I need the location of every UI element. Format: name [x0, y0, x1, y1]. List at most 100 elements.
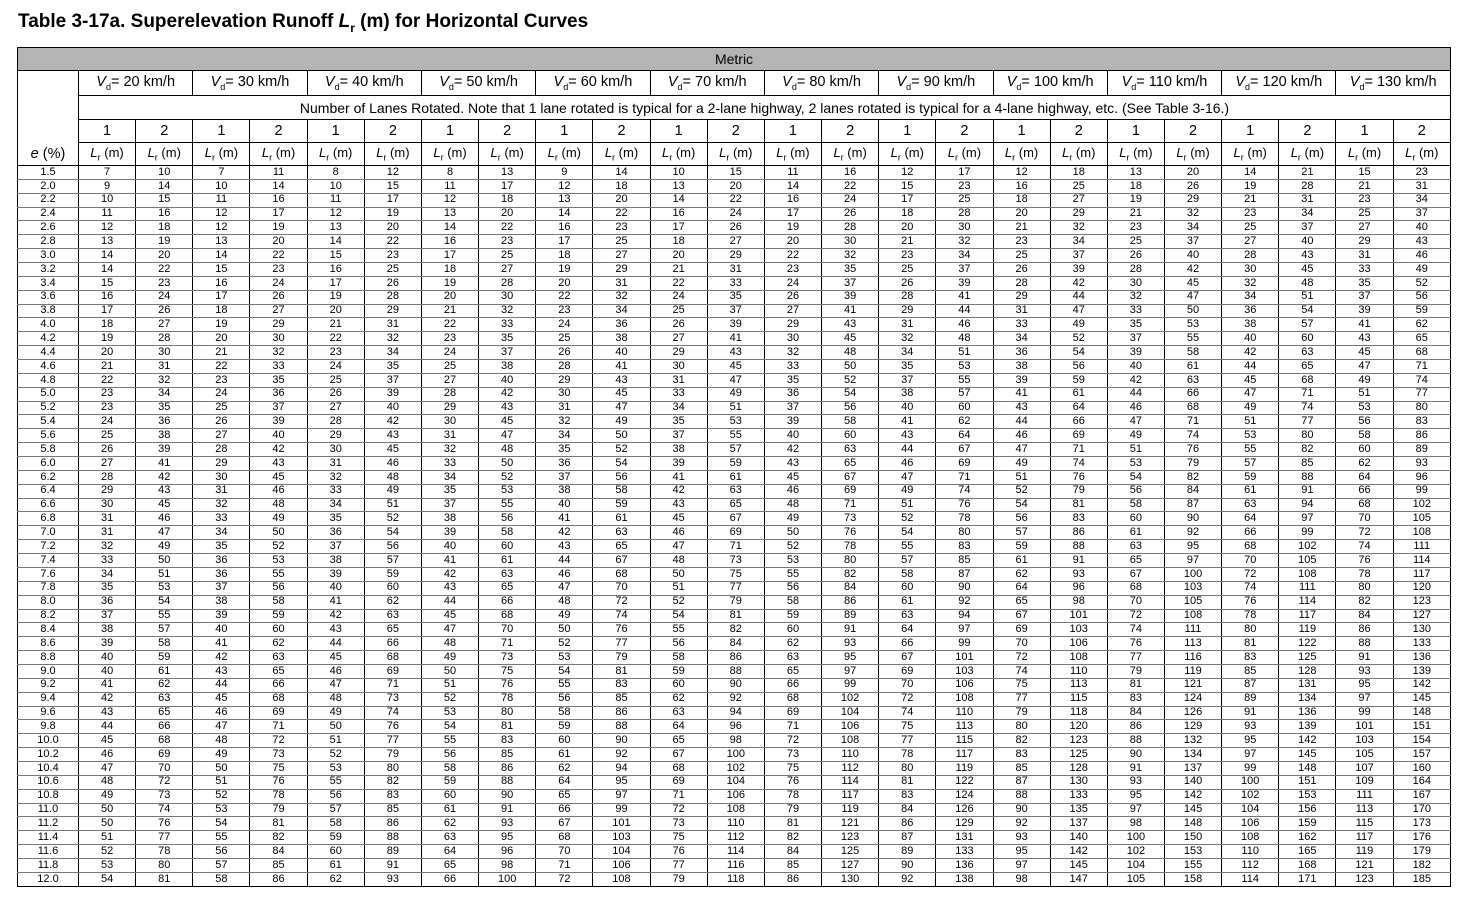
runoff-cell: 71	[1392, 359, 1452, 374]
runoff-cell: 77	[1392, 387, 1452, 402]
runoff-cell: 74	[992, 664, 1051, 679]
unit-header: Lr (m)	[763, 142, 823, 166]
runoff-cell: 142	[1392, 678, 1452, 693]
runoff-cell: 23	[878, 248, 937, 264]
runoff-cell: 50	[535, 622, 594, 638]
runoff-cell: 26	[649, 317, 708, 333]
runoff-cell: 20	[249, 234, 308, 250]
runoff-cell: 66	[478, 595, 537, 610]
runoff-cell: 37	[192, 581, 251, 596]
runoff-cell: 20	[77, 345, 137, 361]
runoff-cell: 60	[535, 733, 594, 749]
runoff-cell: 80	[135, 858, 194, 873]
runoff-cell: 62	[535, 761, 594, 776]
runoff-cell: 47	[1335, 359, 1394, 374]
runoff-cell: 57	[935, 387, 994, 402]
runoff-cell: 43	[763, 456, 823, 471]
runoff-cell: 49	[1221, 401, 1280, 416]
runoff-cell: 87	[1221, 678, 1280, 693]
runoff-cell: 31	[1335, 248, 1394, 264]
runoff-cell: 32	[363, 331, 422, 347]
runoff-cell: 77	[649, 858, 708, 873]
runoff-cell: 47	[1049, 304, 1108, 319]
runoff-cell: 23	[420, 331, 480, 347]
table-row: 11.6 52 78 56 84 60 89 64 96 70 104 76 114 84 125 89 133…	[17, 844, 1452, 859]
runoff-cell: 58	[878, 567, 937, 582]
runoff-cell: 128	[1049, 761, 1108, 776]
runoff-cell: 135	[1049, 803, 1108, 818]
e-value-cell: 8.8	[17, 650, 79, 665]
runoff-cell: 19	[306, 290, 365, 305]
runoff-cell: 46	[992, 428, 1051, 444]
runoff-cell: 38	[135, 428, 194, 444]
lanes-header: 1	[878, 119, 937, 143]
e-value-cell: 4.0	[17, 317, 79, 333]
runoff-cell: 99	[1221, 761, 1280, 776]
table-row: 4.0 18 27 19 29 21 31 22 33 24 36 26 39 29 43 31 46 33 49 3…	[17, 317, 1452, 333]
runoff-cell: 47	[992, 442, 1051, 458]
runoff-cell: 30	[535, 387, 594, 402]
e-value-cell: 8.0	[17, 595, 79, 610]
runoff-cell: 23	[249, 262, 308, 277]
runoff-cell: 48	[77, 775, 137, 790]
runoff-cell: 80	[1392, 401, 1452, 416]
table-row: 2.8 13 19 13 20 14 22 16 23 17 25 18 27 20 30 21 32 23 34 2…	[17, 234, 1452, 250]
runoff-cell: 56	[478, 511, 537, 527]
runoff-cell: 39	[763, 414, 823, 430]
runoff-cell: 25	[363, 262, 422, 277]
runoff-cell: 48	[420, 636, 480, 652]
runoff-cell: 29	[763, 317, 823, 333]
runoff-cell: 42	[763, 442, 823, 458]
runoff-cell: 46	[192, 706, 251, 721]
runoff-cell: 13	[192, 234, 251, 250]
runoff-cell: 19	[420, 276, 480, 291]
runoff-cell: 45	[420, 609, 480, 624]
runoff-cell: 25	[878, 262, 937, 277]
runoff-cell: 32	[592, 290, 651, 305]
runoff-cell: 37	[249, 401, 308, 416]
runoff-cell: 29	[535, 373, 594, 388]
runoff-cell: 34	[878, 345, 937, 361]
runoff-cell: 38	[649, 442, 708, 458]
unit-header: Lr (m)	[1221, 142, 1280, 166]
runoff-cell: 97	[935, 622, 994, 638]
runoff-cell: 49	[135, 539, 194, 555]
runoff-cell: 78	[478, 692, 537, 707]
runoff-cell: 30	[249, 331, 308, 347]
runoff-cell: 73	[363, 692, 422, 707]
runoff-cell: 105	[1163, 595, 1223, 610]
runoff-cell: 98	[1106, 816, 1165, 832]
table-row: 3.2 14 22 15 23 16 25 18 27 19 29 21 31 23 35 25 37 26 39 2…	[17, 262, 1452, 277]
runoff-cell: 53	[1106, 456, 1165, 471]
unit-header: Lr (m)	[1163, 142, 1223, 166]
runoff-cell: 95	[1335, 678, 1394, 693]
runoff-cell: 58	[306, 816, 365, 832]
runoff-cell: 87	[992, 775, 1051, 790]
runoff-cell: 108	[1049, 650, 1108, 665]
runoff-cell: 26	[77, 442, 137, 458]
runoff-cell: 15	[306, 248, 365, 264]
runoff-cell: 58	[763, 595, 823, 610]
runoff-cell: 168	[1278, 858, 1337, 873]
runoff-cell: 47	[592, 401, 651, 416]
runoff-cell: 22	[706, 193, 765, 208]
table-row: 5.8 26 39 28 42 30 45 32 48 35 52 38 57 42 63 44 67 47 71 5…	[17, 442, 1452, 458]
runoff-cell: 11	[192, 193, 251, 208]
runoff-cell: 81	[706, 609, 765, 624]
table-row: 9.2 41 62 44 66 47 71 51 76 55 83 60 90 66 99 70 106 75 11…	[17, 678, 1452, 693]
runoff-cell: 160	[1392, 761, 1452, 776]
runoff-cell: 58	[1163, 345, 1223, 361]
runoff-cell: 23	[535, 304, 594, 319]
runoff-cell: 84	[1163, 484, 1223, 499]
runoff-cell: 79	[706, 595, 765, 610]
runoff-cell: 35	[1335, 276, 1394, 291]
runoff-cell: 54	[1278, 304, 1337, 319]
runoff-cell: 106	[592, 858, 651, 873]
runoff-cell: 105	[1106, 872, 1165, 888]
runoff-cell: 106	[1221, 816, 1280, 832]
e-value-cell: 6.4	[17, 484, 79, 499]
runoff-cell: 19	[535, 262, 594, 277]
runoff-cell: 19	[192, 317, 251, 333]
runoff-cell: 45	[763, 470, 823, 485]
runoff-cell: 112	[821, 761, 880, 776]
